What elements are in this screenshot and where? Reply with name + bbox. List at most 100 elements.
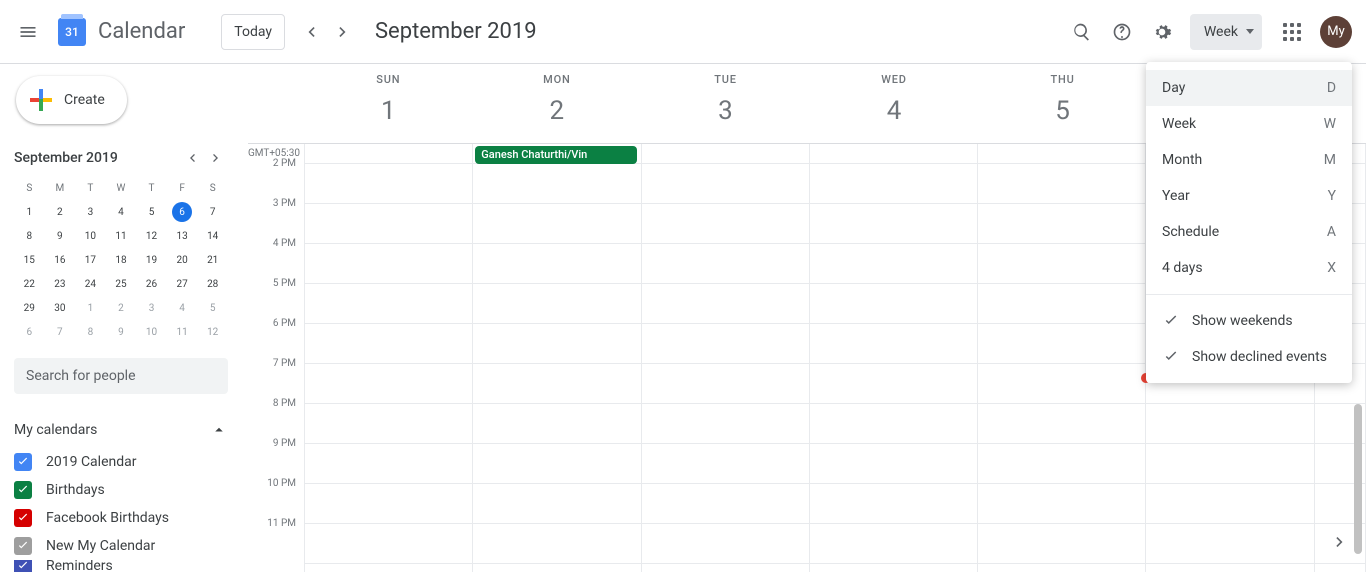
day-column[interactable]: Ganesh Chaturthi/Vin [473,144,641,572]
chevron-up-icon [210,421,228,439]
vertical-scrollbar[interactable] [1354,404,1362,554]
mini-day-cell[interactable]: 8 [75,320,106,344]
mini-day-cell[interactable]: 22 [14,272,45,296]
support-button[interactable] [1102,12,1142,52]
mini-day-cell[interactable]: 29 [14,296,45,320]
prev-period-button[interactable] [295,16,327,48]
mini-day-cell[interactable]: 2 [106,296,137,320]
view-menu-item[interactable]: WeekW [1146,106,1352,142]
event-chip[interactable]: Ganesh Chaturthi/Vin [475,146,636,164]
mini-day-cell[interactable]: 10 [136,320,167,344]
calendar-list-item[interactable]: New My Calendar [14,532,228,560]
day-column[interactable] [978,144,1146,572]
view-menu-item[interactable]: 4 daysX [1146,250,1352,286]
mini-day-cell[interactable]: 7 [45,320,76,344]
calendar-item-label: Birthdays [46,482,105,498]
mini-day-cell[interactable]: 23 [45,272,76,296]
day-header-cell[interactable]: WED4 [810,64,979,143]
mini-calendar[interactable]: SMTWTFS 12345678910111213141516171819202… [14,176,228,344]
mini-day-cell[interactable]: 11 [167,320,198,344]
view-menu-item[interactable]: YearY [1146,178,1352,214]
mini-day-cell[interactable]: 3 [75,200,106,224]
mini-day-cell[interactable]: 5 [136,200,167,224]
side-panel-toggle[interactable] [1324,526,1356,558]
mini-day-cell[interactable]: 30 [45,296,76,320]
view-menu-item[interactable]: ScheduleA [1146,214,1352,250]
mini-day-cell[interactable]: 13 [167,224,198,248]
mini-day-cell[interactable]: 4 [167,296,198,320]
calendar-list-item[interactable]: Facebook Birthdays [14,504,228,532]
settings-button[interactable] [1142,12,1182,52]
calendar-list-item[interactable]: Birthdays [14,476,228,504]
mini-day-cell[interactable]: 11 [106,224,137,248]
mini-calendar-title: September 2019 [14,150,180,166]
mini-prev-button[interactable] [180,146,204,170]
day-column[interactable] [642,144,810,572]
hour-label: 10 PM [248,478,304,518]
day-column[interactable] [305,144,473,572]
mini-day-cell[interactable]: 8 [14,224,45,248]
hour-label: 3 PM [248,198,304,238]
mini-day-cell[interactable]: 9 [106,320,137,344]
mini-day-cell[interactable]: 20 [167,248,198,272]
day-header-cell[interactable]: SUN1 [304,64,473,143]
mini-day-cell[interactable]: 1 [75,296,106,320]
google-apps-button[interactable] [1272,12,1312,52]
day-of-week-label: TUE [714,73,737,86]
mini-day-cell[interactable]: 7 [197,200,228,224]
next-period-button[interactable] [327,16,359,48]
mini-day-cell[interactable]: 6 [167,200,198,224]
calendar-list-item[interactable]: 2019 Calendar [14,448,228,476]
mini-day-cell[interactable]: 10 [75,224,106,248]
mini-day-cell[interactable]: 3 [136,296,167,320]
day-header-cell[interactable]: TUE3 [641,64,810,143]
mini-day-cell[interactable]: 26 [136,272,167,296]
mini-day-cell[interactable]: 12 [136,224,167,248]
account-avatar[interactable]: My [1320,16,1352,48]
mini-day-cell[interactable]: 12 [197,320,228,344]
mini-day-cell[interactable]: 19 [136,248,167,272]
mini-day-cell[interactable]: 18 [106,248,137,272]
view-menu: DayDWeekWMonthMYearYScheduleA4 daysX Show… [1146,62,1352,383]
mini-day-cell[interactable]: 24 [75,272,106,296]
mini-day-cell[interactable]: 28 [197,272,228,296]
today-button[interactable]: Today [221,14,285,50]
my-calendars-toggle[interactable]: My calendars [14,412,228,448]
calendar-logo-icon: 31 [58,18,86,46]
plus-icon [28,87,54,113]
mini-day-cell[interactable]: 6 [14,320,45,344]
mini-day-cell[interactable]: 16 [45,248,76,272]
create-label: Create [64,92,105,108]
mini-next-button[interactable] [204,146,228,170]
search-button[interactable] [1062,12,1102,52]
create-button[interactable]: Create [16,76,127,124]
search-people-input[interactable]: Search for people [14,358,228,394]
view-menu-item[interactable]: DayD [1146,70,1352,106]
mini-day-cell[interactable]: 25 [106,272,137,296]
view-switcher-button[interactable]: Week [1190,14,1262,50]
mini-day-cell[interactable]: 4 [106,200,137,224]
mini-day-cell[interactable]: 2 [45,200,76,224]
day-column[interactable] [810,144,978,572]
mini-day-cell[interactable]: 5 [197,296,228,320]
hour-label: 9 PM [248,438,304,478]
main-menu-button[interactable] [8,12,48,52]
calendar-list-item[interactable]: Reminders [14,560,228,572]
view-menu-toggle[interactable]: Show weekends [1146,303,1352,339]
view-menu-item[interactable]: MonthM [1146,142,1352,178]
mini-day-cell[interactable]: 17 [75,248,106,272]
day-header-cell[interactable]: THU5 [978,64,1147,143]
day-number: 2 [534,88,580,134]
mini-day-cell[interactable]: 21 [197,248,228,272]
view-menu-toggle[interactable]: Show declined events [1146,339,1352,375]
checkbox-icon [14,537,32,555]
mini-day-cell[interactable]: 27 [167,272,198,296]
day-header-cell[interactable]: MON2 [473,64,642,143]
mini-day-cell[interactable]: 14 [197,224,228,248]
mini-day-cell[interactable]: 9 [45,224,76,248]
mini-day-cell[interactable]: 1 [14,200,45,224]
checkbox-icon [14,560,32,572]
app-logo[interactable]: 31 Calendar [52,12,185,52]
calendar-item-label: 2019 Calendar [46,454,137,470]
mini-day-cell[interactable]: 15 [14,248,45,272]
